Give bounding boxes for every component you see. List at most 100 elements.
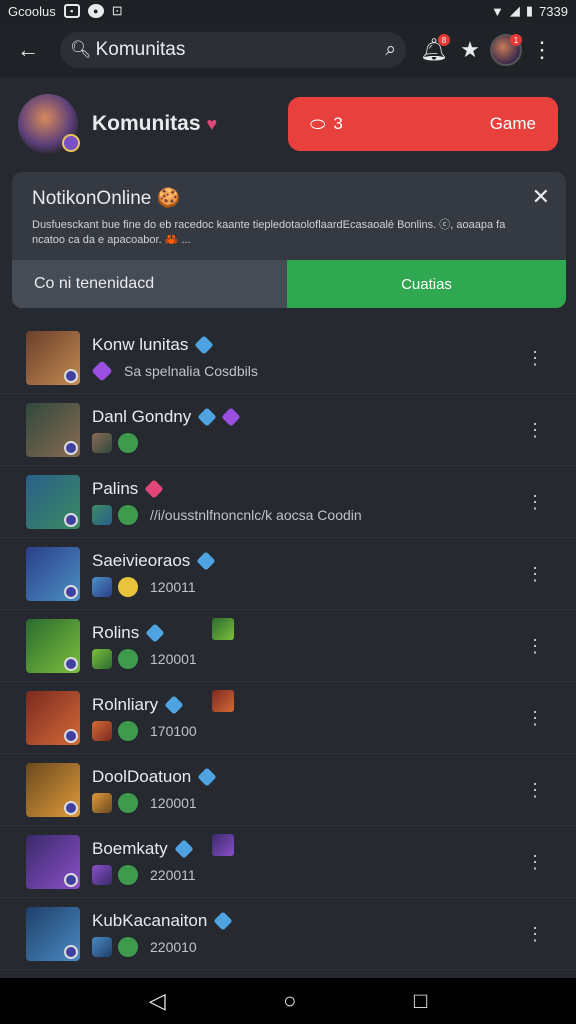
item-sub-line [92,432,550,453]
verified-icon [196,550,216,571]
more-options-icon[interactable]: ⋮ [526,924,544,945]
rank-badge-icon [64,728,78,743]
item-sub-line: 220010 [92,936,550,957]
rank-badge-icon [64,656,78,671]
list-item[interactable]: Boemkaty 220011 ⋮ [0,826,576,898]
status-bar: Gcoolus ▪ ● ⊡ ▼ ◢ ▮ 7339 [0,0,576,22]
list-item[interactable]: Konw lunitas Sa spelnalia Cosdbils ⋮ [0,322,576,394]
verified-icon [144,478,164,499]
game-icon [92,576,112,597]
item-name: DoolDoatuon [92,766,192,786]
list-item[interactable]: Rolins 120001 ⋮ [0,610,576,682]
community-header: Komunitas ♥ ⬭ 3 Game [0,86,576,162]
game-button[interactable]: ⬭ 3 Game [288,97,558,151]
app-icon: ● [87,4,104,18]
item-info: DoolDoatuon 120001 [92,767,550,813]
item-info: KubKacanaiton 220010 [92,911,550,957]
nav-recents-icon[interactable]: □ [414,988,427,1014]
close-icon[interactable]: ✕ [532,184,550,210]
item-name-line: Palins [92,479,550,499]
rank-badge-icon [64,800,78,815]
item-thumbnail [26,402,80,457]
list-item[interactable]: KubKacanaiton 220010 ⋮ [0,898,576,970]
emoji-icon: 🍪 [156,188,181,209]
rank-badge-icon [64,440,78,455]
rank-badge-icon [64,944,78,959]
game-icon [92,432,112,453]
item-subtitle: 120001 [150,794,197,811]
item-name: Danl Gondny [92,406,192,426]
item-name-line: Danl Gondny [92,407,550,427]
game-icon [92,936,112,957]
item-thumbnail [26,546,80,601]
notice-tabs: Co ni tenenidacd Cuatias [12,260,566,308]
alerts-button[interactable]: 🔔︎ 8 [416,32,452,68]
notification-icon: ▪ [63,4,80,18]
more-options-icon[interactable]: ⋮ [526,780,544,801]
community-list: Konw lunitas Sa spelnalia Cosdbils ⋮ Danl G… [0,322,576,970]
more-options-icon[interactable]: ⋮ [526,708,544,729]
item-subtitle: 170100 [150,722,197,739]
overflow-menu-icon[interactable]: ⋮ [524,32,560,68]
item-sub-line: 120001 [92,648,550,669]
clock: 7339 [539,3,568,19]
more-options-icon[interactable]: ⋮ [526,492,544,513]
item-subtitle: //i/ousstnlfnoncnlc/k aocsa Coodin [150,506,362,523]
list-item[interactable]: Saeivieoraos 120011 ⋮ [0,538,576,610]
alerts-badge: 8 [438,34,450,46]
more-options-icon[interactable]: ⋮ [526,564,544,585]
notice-title: NotikonOnline 🍪 [32,186,180,210]
shield-icon [118,576,138,597]
search-text: Komunitas [95,39,186,60]
item-subtitle: 120011 [150,578,196,595]
list-item[interactable]: Palins //i/ousstnlfnoncnlc/k aocsa Coodin… [0,466,576,538]
battery-icon: ▮ [525,3,534,18]
system-nav-bar: ◁ ○ □ [0,978,576,1024]
profile-button[interactable]: 1 [488,32,524,68]
item-thumbnail [26,906,80,961]
search-input[interactable]: 🔍︎ Komunitas ⌕ [60,32,406,68]
pill-icon: ⬭ [310,113,326,134]
item-sub-line: 220011 [92,864,550,885]
item-side-thumbnail [212,834,234,856]
verified-icon [213,910,233,931]
spark-icon [91,359,113,382]
item-thumbnail [26,762,80,817]
dice-icon [221,406,241,427]
verified-icon [164,694,184,715]
heart-icon: ♥ [206,113,218,134]
item-info: Danl Gondny [92,407,550,453]
more-options-icon[interactable]: ⋮ [526,852,544,873]
tab-cuatias[interactable]: Cuatias [287,260,566,308]
item-name: Palins [92,478,139,498]
item-subtitle: 220011 [150,866,196,883]
back-arrow-icon[interactable]: ← [10,32,46,68]
shield-icon [118,864,138,885]
profile-badge: 1 [510,34,522,46]
nav-back-icon[interactable]: ◁ [149,988,166,1014]
item-side-thumbnail [212,690,234,712]
game-icon [92,792,112,813]
tab-community[interactable]: Co ni tenenidacd [12,260,287,308]
list-item[interactable]: Danl Gondny ⋮ [0,394,576,466]
list-item[interactable]: DoolDoatuon 120001 ⋮ [0,754,576,826]
item-info: Rolnliary 170100 [92,695,550,741]
verified-icon [145,622,165,643]
game-count: 3 [333,114,343,133]
shield-icon [118,792,138,813]
item-name: Saeivieoraos [92,550,191,570]
item-name: KubKacanaiton [92,910,208,930]
more-options-icon[interactable]: ⋮ [526,420,544,441]
nav-home-icon[interactable]: ○ [283,988,296,1014]
more-options-icon[interactable]: ⋮ [526,636,544,657]
list-item[interactable]: Rolnliary 170100 ⋮ [0,682,576,754]
more-options-icon[interactable]: ⋮ [526,348,544,369]
item-subtitle: 220010 [150,938,197,955]
star-icon[interactable]: ★ [452,32,488,68]
item-info: Palins //i/ousstnlfnoncnlc/k aocsa Coodin [92,479,550,525]
game-icon [92,864,112,885]
search-submit-icon[interactable]: ⌕ [385,39,396,61]
item-thumbnail [26,330,80,385]
item-sub-line: //i/ousstnlfnoncnlc/k aocsa Coodin [92,504,550,525]
item-info: Konw lunitas Sa spelnalia Cosdbils [91,335,550,382]
